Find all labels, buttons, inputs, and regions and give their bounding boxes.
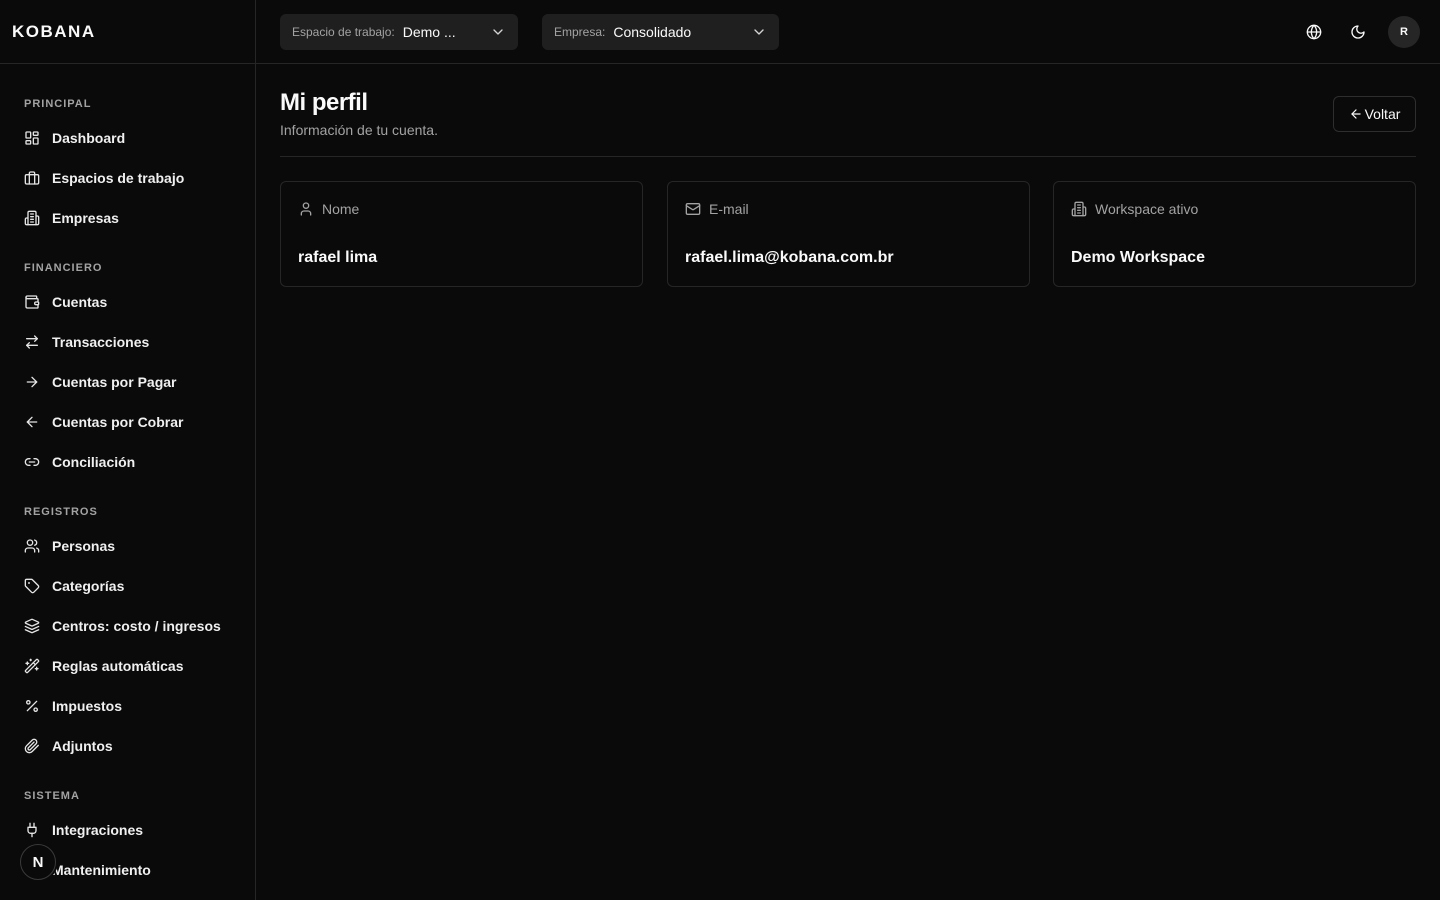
floating-n-badge[interactable]: N	[20, 844, 56, 880]
moon-icon	[1350, 24, 1366, 40]
plug-icon	[24, 822, 40, 838]
card-header: Workspace ativo	[1071, 201, 1198, 217]
sidebar-item-label: Categorías	[52, 578, 125, 594]
sidebar-item-transacciones[interactable]: Transacciones	[16, 324, 240, 360]
profile-card-name: Nome rafael lima	[280, 181, 643, 287]
company-select[interactable]: Empresa: Consolidado	[542, 14, 779, 50]
profile-card-workspace: Workspace ativo Demo Workspace	[1053, 181, 1416, 287]
sidebar-item-label: Transacciones	[52, 334, 150, 350]
wand-icon	[24, 658, 40, 674]
card-value: rafael.lima@kobana.com.br	[685, 249, 894, 266]
sidebar-item-label: Impuestos	[52, 698, 123, 714]
workspace-select-label: Espacio de trabajo:	[292, 25, 395, 39]
layers-icon	[24, 618, 40, 634]
language-button[interactable]	[1298, 16, 1330, 48]
mail-icon	[685, 201, 709, 217]
chevron-down-icon	[751, 24, 767, 40]
sidebar-item-impuestos[interactable]: Impuestos	[16, 688, 240, 724]
section-title-financiero: FINANCIERO	[24, 262, 103, 274]
sidebar-item-adjuntos[interactable]: Adjuntos	[16, 728, 240, 764]
sidebar-item-personas[interactable]: Personas	[16, 528, 240, 564]
sidebar-item-label: Dashboard	[52, 130, 126, 146]
back-button[interactable]: Voltar	[1333, 96, 1416, 132]
sidebar-item-label: Cuentas	[52, 294, 108, 310]
wallet-icon	[24, 294, 40, 310]
page-subtitle: Información de tu cuenta.	[280, 122, 438, 138]
divider	[280, 156, 1416, 157]
section-title-principal: PRINCIPAL	[24, 98, 92, 110]
sidebar-item-label: Reglas automáticas	[52, 658, 184, 674]
section-title-sistema: SISTEMA	[24, 790, 80, 802]
user-icon	[298, 201, 322, 217]
profile-card-email: E-mail rafael.lima@kobana.com.br	[667, 181, 1030, 287]
card-header: Nome	[298, 201, 359, 217]
card-label: Nome	[322, 201, 360, 217]
sidebar-item-label: Cuentas por Pagar	[52, 374, 177, 390]
tag-icon	[24, 578, 40, 594]
page-title: Mi perfil	[280, 89, 368, 116]
sidebar-item-label: Empresas	[52, 210, 119, 226]
sidebar-item-label: Integraciones	[52, 822, 144, 838]
top-bar: Espacio de trabajo: Demo ... Empresa: Co…	[256, 0, 1440, 64]
paperclip-icon	[24, 738, 40, 754]
sidebar-item-empresas[interactable]: Empresas	[16, 200, 240, 236]
section-title-registros: REGISTROS	[24, 506, 98, 518]
sidebar-item-cuentas[interactable]: Cuentas	[16, 284, 240, 320]
sidebar-item-dashboard[interactable]: Dashboard	[16, 120, 240, 156]
arrow-left-icon	[24, 414, 40, 430]
sidebar-item-label: Espacios de trabajo	[52, 170, 185, 186]
company-select-value: Consolidado	[613, 24, 692, 40]
card-header: E-mail	[685, 201, 749, 217]
sidebar: KOBANA PRINCIPAL Dashboard Espacios de t…	[0, 0, 256, 900]
chevron-down-icon	[490, 24, 506, 40]
sidebar-item-integraciones[interactable]: Integraciones	[16, 812, 240, 848]
workspace-select-value: Demo ...	[402, 24, 456, 40]
workspace-select[interactable]: Espacio de trabajo: Demo ...	[280, 14, 518, 50]
percent-icon	[24, 698, 40, 714]
card-label: E-mail	[709, 201, 749, 217]
card-label: Workspace ativo	[1095, 201, 1199, 217]
arrows-left-right-icon	[24, 334, 40, 350]
arrow-right-icon	[24, 374, 40, 390]
sidebar-item-centros[interactable]: Centros: costo / ingresos	[16, 608, 240, 644]
brand-logo[interactable]: KOBANA	[12, 22, 96, 42]
logo-area: KOBANA	[0, 0, 255, 64]
globe-icon	[1306, 24, 1322, 40]
link-icon	[24, 454, 40, 470]
building-icon	[24, 210, 40, 226]
card-value: rafael lima	[298, 249, 378, 266]
sidebar-item-label: Mantenimiento	[52, 862, 151, 878]
sidebar-item-label: Adjuntos	[52, 738, 113, 754]
sidebar-item-cuentas-por-cobrar[interactable]: Cuentas por Cobrar	[16, 404, 240, 440]
sidebar-item-espacios[interactable]: Espacios de trabajo	[16, 160, 240, 196]
card-value: Demo Workspace	[1071, 249, 1205, 266]
arrow-left-icon	[1349, 107, 1365, 121]
sidebar-item-label: Personas	[52, 538, 116, 554]
theme-toggle-button[interactable]	[1342, 16, 1374, 48]
building-icon	[1071, 201, 1095, 217]
users-icon	[24, 538, 40, 554]
avatar[interactable]: R	[1388, 16, 1420, 48]
briefcase-icon	[24, 170, 40, 186]
dashboard-icon	[24, 130, 40, 146]
sidebar-item-categorias[interactable]: Categorías	[16, 568, 240, 604]
sidebar-item-label: Centros: costo / ingresos	[52, 618, 221, 634]
sidebar-item-label: Conciliación	[52, 454, 136, 470]
sidebar-item-conciliacion[interactable]: Conciliación	[16, 444, 240, 480]
company-select-label: Empresa:	[554, 25, 606, 39]
sidebar-item-reglas[interactable]: Reglas automáticas	[16, 648, 240, 684]
sidebar-item-cuentas-por-pagar[interactable]: Cuentas por Pagar	[16, 364, 240, 400]
back-button-label: Voltar	[1364, 106, 1401, 122]
sidebar-item-label: Cuentas por Cobrar	[52, 414, 184, 430]
